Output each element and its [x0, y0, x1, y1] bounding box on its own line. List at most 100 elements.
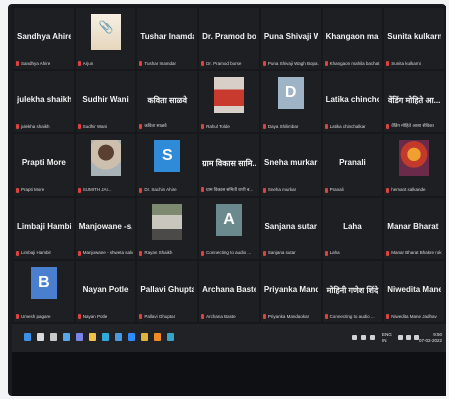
participant-name-label: Daya Shilimbar — [262, 124, 319, 130]
file-explorer-icon[interactable] — [89, 333, 96, 341]
edge-icon[interactable] — [102, 333, 109, 341]
participant-tile[interactable]: D Daya Shilimbar — [260, 71, 321, 133]
participant-name: Latika chinchalkar — [329, 124, 366, 130]
participant-tile[interactable]: Pranali Pranali — [322, 134, 383, 196]
participant-tile[interactable]: Sudhir Wani Sudhir Wani — [75, 71, 136, 133]
participant-tile[interactable]: Limbaji Hambir Limbaji Hambir — [14, 197, 74, 259]
chevron-up-icon[interactable] — [352, 335, 357, 340]
vlc-icon[interactable] — [154, 333, 161, 341]
participant-name: Rahul Tolde — [206, 124, 230, 130]
participant-tile[interactable]: Khangaon mahi... Khangaon mahila bachat .… — [322, 8, 383, 70]
participant-display-name: Niwedita Mane... — [387, 284, 441, 294]
participant-tile[interactable]: S Dr. Sachin Ahire — [137, 134, 198, 196]
participant-name: Pranali — [329, 187, 344, 193]
participant-tile[interactable]: B Umesh pagare — [14, 260, 74, 322]
participant-name-label: Sandhya Ahire — [16, 61, 72, 67]
mic-muted-icon — [386, 61, 390, 67]
search-icon[interactable] — [37, 333, 44, 341]
clock-date: 07-02-2022 — [418, 338, 442, 343]
participant-grid: Sandhya Ahire Sandhya Ahire 📎 Arjun Tushar I… — [14, 8, 444, 322]
participant-name: Manjowane - shweta salvi — [82, 250, 134, 256]
participant-tile[interactable]: Niwedita Mane... Niwedita Mane Jadhav — [384, 260, 444, 322]
taskbar: ENG IN 9:50 07-02-2022 — [12, 324, 446, 352]
participant-tile[interactable]: कविता साळवे कविता साळवे — [137, 71, 198, 133]
mic-muted-icon — [139, 187, 143, 193]
windows-icon[interactable] — [24, 333, 31, 341]
language-indicator[interactable]: ENG IN — [382, 332, 392, 344]
participant-tile[interactable]: Tushar Inamdar Tushar Inamdar — [137, 8, 198, 70]
participant-tile[interactable]: Sanjana sutar Sanjana sutar — [260, 197, 321, 259]
participant-tile[interactable]: julekha shaikh julekha shaikh — [14, 71, 74, 133]
participant-display-name: Archana Baste — [202, 284, 256, 294]
mic-muted-icon — [201, 124, 205, 130]
participant-display-name: Khangaon mahi... — [325, 32, 380, 41]
participant-name: Priyanka Mandaokar — [267, 313, 310, 319]
participant-tile[interactable]: Prapti More Prapti More — [14, 134, 74, 196]
participant-tile[interactable]: 📎 Arjun — [75, 8, 136, 70]
participant-tile[interactable]: Puna Shivaji W... Puna Shivaji Wagh Bopa.… — [260, 8, 321, 70]
participant-tile[interactable]: Latika chinchol... Latika chinchalkar — [322, 71, 383, 133]
participant-name: Sunita kulkarni — [391, 60, 421, 66]
mic-muted-icon — [262, 61, 266, 67]
participant-display-name: Nayan Potle — [82, 284, 129, 294]
clock[interactable]: 9:50 07-02-2022 — [419, 332, 442, 344]
store-icon[interactable] — [115, 333, 122, 341]
participant-tile[interactable]: Rayan Shaikh — [137, 197, 198, 259]
participant-name-label: SUMITH JAI... — [77, 187, 134, 193]
participant-name-label: Sneha murkar — [262, 187, 319, 193]
widgets-icon[interactable] — [63, 333, 70, 341]
participant-display-name: Tushar Inamdar — [140, 32, 195, 41]
participant-name: SUMITH JAI... — [82, 187, 112, 193]
teams-icon[interactable] — [76, 333, 83, 341]
mic-muted-icon — [262, 124, 266, 130]
participant-tile[interactable]: Manjowane -s... Manjowane - shweta salvi — [75, 197, 136, 259]
participant-tile[interactable]: ग्राम विकास सामि... ग्राम विकास समिती राण… — [199, 134, 259, 196]
participant-tile[interactable]: Archana Baste Archana Baste — [199, 260, 259, 322]
participant-display-name: Pranali — [339, 158, 366, 168]
participant-name-label: Priyanka Mandaokar — [262, 313, 319, 319]
zoom-icon[interactable] — [128, 333, 135, 341]
mic-muted-icon — [16, 61, 19, 67]
participant-name: Rayan Shaikh — [144, 250, 173, 256]
cloud-icon[interactable] — [361, 335, 366, 340]
task-view-icon[interactable] — [50, 333, 57, 341]
mic-muted-icon — [324, 187, 328, 193]
participant-name: Prapti More — [21, 187, 45, 193]
participant-tile[interactable]: SUMITH JAI... — [75, 134, 136, 196]
participant-tile[interactable]: A Connecting to audio ... — [199, 197, 259, 259]
participant-tile[interactable]: Sunita kulkarni Sunita kulkarni — [384, 8, 444, 70]
participant-name: hemant salkande — [391, 187, 426, 193]
network-icon[interactable] — [370, 335, 375, 340]
participant-name: Archana Baste — [206, 313, 236, 319]
mic-muted-icon — [139, 123, 143, 129]
participant-tile[interactable]: Rahul Tolde — [199, 71, 259, 133]
wifi-icon[interactable] — [398, 335, 403, 340]
participant-name: Limbaji Hambir — [21, 250, 52, 256]
participant-tile[interactable]: Sandhya Ahire Sandhya Ahire — [14, 8, 74, 70]
meeting-screen: Sandhya Ahire Sandhya Ahire 📎 Arjun Tushar I… — [12, 6, 446, 324]
participant-tile[interactable]: Dr. Pramod borse Dr. Pramod borse — [199, 8, 259, 70]
volume-icon[interactable] — [406, 335, 411, 340]
participant-tile[interactable]: Sneha murkar Sneha murkar — [260, 134, 321, 196]
participant-tile[interactable]: Laha Laha — [322, 197, 383, 259]
participant-display-name: Priyanka Mand... — [263, 284, 318, 294]
participant-tile[interactable]: मोहिनी गणेश शिंदे Connecting to audio ... — [322, 260, 383, 322]
participant-tile[interactable]: वेंडिंग मोहिते आ... वेंडिंग मोहिते आशा से… — [384, 71, 444, 133]
participant-tile[interactable]: Pallavi Ghuptar Pallavi Ghuptar — [137, 260, 198, 322]
participant-name-label: Connecting to audio ... — [324, 314, 381, 319]
participant-display-name: Sudhir Wani — [82, 95, 129, 105]
app-icon[interactable] — [167, 333, 174, 341]
participant-tile[interactable]: hemant salkande — [384, 134, 444, 196]
mic-muted-icon — [324, 250, 328, 256]
participant-tile[interactable]: Nayan Potle Nayan Potle — [75, 260, 136, 322]
chrome-icon[interactable] — [141, 333, 148, 341]
participant-name-label: Sanjana sutar — [262, 250, 319, 256]
mic-muted-icon — [386, 250, 390, 256]
participant-display-name: ग्राम विकास सामि... — [202, 159, 256, 169]
participant-name-label: Tushar Inamdar — [139, 61, 195, 67]
participant-tile[interactable]: Priyanka Mand... Priyanka Mandaokar — [260, 260, 321, 322]
participant-display-name: Sneha murkar — [264, 158, 318, 168]
mic-muted-icon — [77, 314, 81, 319]
mic-muted-icon — [386, 187, 390, 193]
participant-tile[interactable]: Manar Bharat B... Manar Bharat Bhakre rok… — [384, 197, 444, 259]
